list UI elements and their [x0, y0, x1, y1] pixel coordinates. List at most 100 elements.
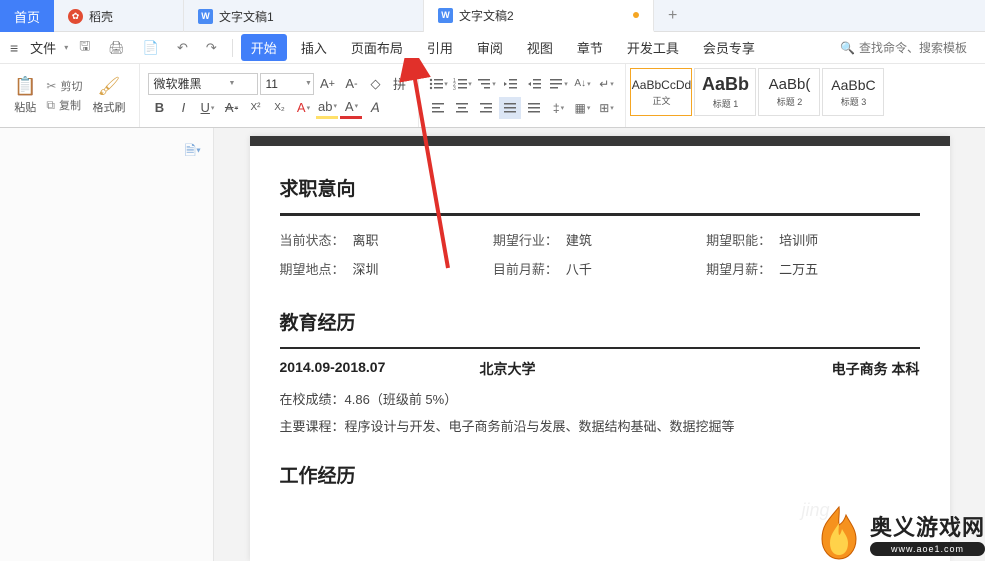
tab-add[interactable]: +: [654, 0, 691, 32]
copy-button[interactable]: ⧉ 复制: [46, 96, 82, 114]
info-value: 八千: [566, 259, 592, 278]
chevron-down-icon: ▼: [305, 80, 312, 87]
menubar: ≡ 文件 ▾ 🖫 🖨 📄 ↶ ↷ 开始 插入 页面布局 引用 审阅 视图 章节 …: [0, 32, 985, 64]
page-content: 求职意向 当前状态：离职 期望行业：建筑 期望职能：培训师 期望地点：深圳 目前…: [250, 146, 950, 488]
unsaved-dot-icon: [633, 12, 639, 18]
shading-button[interactable]: ▦▾: [571, 97, 593, 119]
char-border-button[interactable]: 𝘈: [364, 97, 386, 119]
style-heading2[interactable]: AaBb(标题 2: [758, 68, 820, 116]
number-list-button[interactable]: 123▾: [451, 73, 473, 95]
undo-icon[interactable]: ↶: [170, 40, 195, 56]
cut-icon: ✂: [46, 79, 56, 93]
menu-vip[interactable]: 会员专享: [693, 34, 765, 61]
format-painter-button[interactable]: 🖌 格式刷: [86, 68, 131, 123]
wps-doc-icon: W: [198, 9, 213, 24]
highlight-button[interactable]: ab▾: [316, 97, 338, 119]
style-normal[interactable]: AaBbCcDd 正文: [630, 68, 692, 116]
style-preview: AaBbC: [831, 77, 875, 93]
wps-doc-icon: W: [438, 8, 453, 23]
menu-start[interactable]: 开始: [241, 34, 287, 61]
copy-label: 复制: [59, 97, 81, 113]
clear-format-button[interactable]: ◇: [364, 73, 386, 95]
menu-chapter[interactable]: 章节: [567, 34, 613, 61]
info-item: 期望地点：深圳: [280, 259, 493, 278]
print-icon[interactable]: 📄: [136, 40, 166, 56]
style-preview: AaBbCcDd: [632, 78, 691, 92]
border-button[interactable]: ⊞▾: [595, 97, 617, 119]
style-heading3[interactable]: AaBbC标题 3: [822, 68, 884, 116]
tab-doc2[interactable]: W 文字文稿2: [424, 0, 654, 32]
increase-indent-button[interactable]: [523, 73, 545, 95]
grow-font-button[interactable]: A+: [316, 73, 338, 95]
command-search[interactable]: 🔍: [840, 41, 979, 55]
print-preview-icon[interactable]: 🖨: [101, 40, 132, 56]
section-title: 教育经历: [280, 308, 920, 335]
edu-school: 北京大学: [480, 359, 770, 379]
format-painter-label: 格式刷: [92, 99, 125, 115]
menu-insert[interactable]: 插入: [291, 34, 337, 61]
style-preview: AaBb(: [769, 76, 811, 93]
font-name-select[interactable]: 微软雅黑▼: [148, 73, 258, 95]
info-item: 期望月薪：二万五: [706, 259, 919, 278]
distribute-button[interactable]: [523, 97, 545, 119]
decrease-indent-button[interactable]: [499, 73, 521, 95]
svg-text:3: 3: [453, 86, 456, 91]
tabstop-button[interactable]: ↵▾: [595, 73, 617, 95]
font-color-button[interactable]: A▾: [340, 97, 362, 119]
section-title: 求职意向: [280, 174, 920, 201]
underline-button[interactable]: U▾: [196, 97, 218, 119]
tab-doc1[interactable]: W 文字文稿1: [184, 0, 424, 32]
align-right-button[interactable]: [475, 97, 497, 119]
bullet-list-button[interactable]: ▾: [427, 73, 449, 95]
watermark-url: www.aoe1.com: [870, 542, 985, 556]
copy-icon: ⧉: [46, 98, 55, 113]
text-effect-button[interactable]: A▾: [292, 97, 314, 119]
paste-button[interactable]: 📋 粘贴: [8, 68, 42, 123]
document-area[interactable]: 求职意向 当前状态：离职 期望行业：建筑 期望职能：培训师 期望地点：深圳 目前…: [214, 128, 985, 561]
info-value: 离职: [353, 230, 379, 249]
superscript-button[interactable]: X²: [244, 97, 266, 119]
page-header-bar: [250, 136, 950, 146]
italic-button[interactable]: I: [172, 97, 194, 119]
menu-review[interactable]: 审阅: [467, 34, 513, 61]
multilevel-list-button[interactable]: ▾: [475, 73, 497, 95]
section-divider: [280, 347, 920, 349]
menu-view[interactable]: 视图: [517, 34, 563, 61]
edu-label: 主要课程：: [280, 419, 345, 434]
strike-button[interactable]: A▾: [220, 97, 242, 119]
file-menu[interactable]: 文件: [26, 38, 60, 57]
sort-button[interactable]: A↓▾: [571, 73, 593, 95]
info-item: 当前状态： 离职: [280, 230, 493, 249]
style-label: 标题 1: [713, 97, 739, 110]
align-justify-button[interactable]: [499, 97, 521, 119]
smart-align-button[interactable]: ▾: [547, 73, 569, 95]
search-input[interactable]: [859, 41, 979, 55]
line-spacing-button[interactable]: ‡▾: [547, 97, 569, 119]
redo-icon[interactable]: ↷: [199, 40, 224, 56]
menu-devtools[interactable]: 开发工具: [617, 34, 689, 61]
hamburger-icon[interactable]: ≡: [6, 40, 22, 56]
chevron-down-icon: ▼: [229, 80, 236, 87]
document-icon[interactable]: 🗎▾: [185, 140, 201, 549]
edu-period: 2014.09-2018.07: [280, 359, 480, 379]
align-left-button[interactable]: [427, 97, 449, 119]
info-value: 培训师: [779, 230, 818, 249]
menu-reference[interactable]: 引用: [417, 34, 463, 61]
tab-daoke[interactable]: ✿ 稻壳: [54, 0, 184, 32]
cut-button[interactable]: ✂剪切: [46, 77, 82, 95]
edu-line: 主要课程：程序设计与开发、电子商务前沿与发展、数据结构基础、数据挖掘等: [280, 416, 920, 435]
tab-home[interactable]: 首页: [0, 0, 54, 32]
info-label: 当前状态：: [280, 230, 345, 249]
save-icon[interactable]: 🖫: [72, 37, 97, 59]
shrink-font-button[interactable]: A-: [340, 73, 362, 95]
style-heading1[interactable]: AaBb标题 1: [694, 68, 756, 116]
subscript-button[interactable]: X₂: [268, 97, 290, 119]
font-size-select[interactable]: 11▼: [260, 73, 314, 95]
menu-pagelayout[interactable]: 页面布局: [341, 34, 413, 61]
pinyin-button[interactable]: 拼: [388, 73, 410, 95]
align-center-button[interactable]: [451, 97, 473, 119]
style-label: 正文: [652, 94, 670, 107]
separator: [232, 39, 233, 57]
info-label: 期望职能：: [706, 230, 771, 249]
bold-button[interactable]: B: [148, 97, 170, 119]
